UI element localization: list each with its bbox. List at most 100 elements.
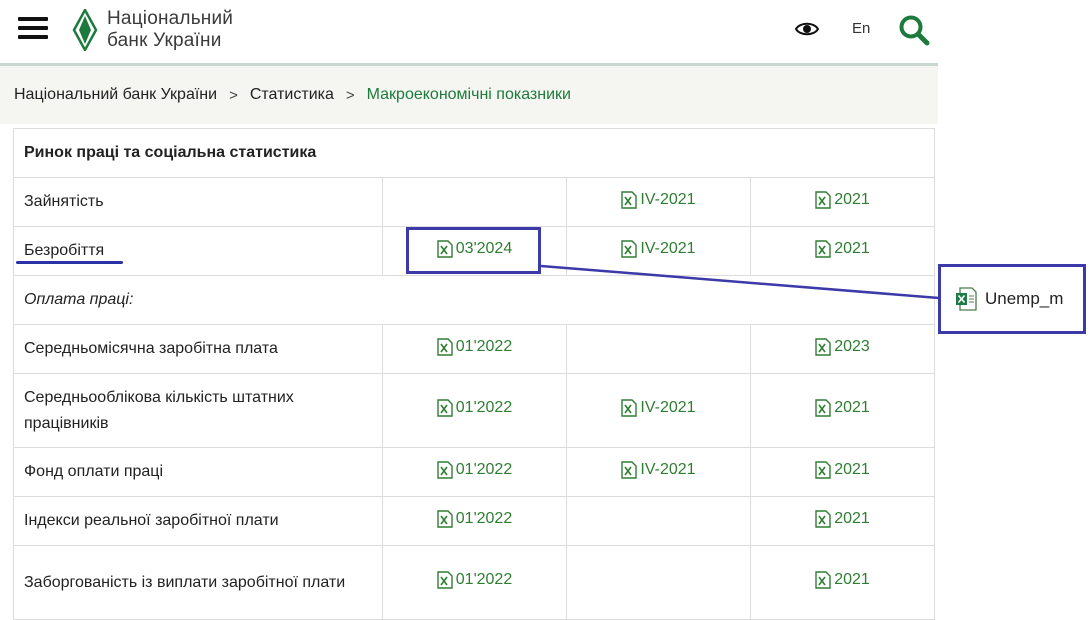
annotation-underline xyxy=(16,261,123,264)
table-row: Ринок праці та соціальна статистика xyxy=(13,128,935,178)
section-title: Ринок праці та соціальна статистика xyxy=(13,128,935,178)
link-label: 2021 xyxy=(834,399,870,416)
breadcrumb-statistics[interactable]: Статистика xyxy=(250,86,334,104)
excel-file-icon xyxy=(437,509,453,528)
cell-monthly: 01'2022 xyxy=(382,324,567,374)
link-label: 2021 xyxy=(834,571,870,588)
cell-monthly: 01'2022 xyxy=(382,447,567,497)
cell-quarterly xyxy=(566,324,751,374)
cell-quarterly xyxy=(566,545,751,620)
row-label: Середньомісячна заробітна плата xyxy=(13,324,383,374)
breadcrumb-current: Макроекономічні показники xyxy=(366,86,571,103)
cell-monthly: 01'2022 xyxy=(382,496,567,546)
excel-file-icon xyxy=(437,399,453,417)
language-switch[interactable]: En xyxy=(852,20,870,37)
cell-monthly: 01'2022 xyxy=(382,373,567,448)
breadcrumb-home[interactable]: Національний банк України xyxy=(14,86,217,104)
excel-file-icon xyxy=(815,337,831,356)
table-row: Заборгованість із виплати заробітної пла… xyxy=(13,545,935,620)
nbu-logo-icon[interactable] xyxy=(72,9,98,51)
subsection-label: Оплата праці: xyxy=(13,275,935,325)
cell-quarterly: IV-2021 xyxy=(566,177,751,227)
callout-file-name: Unemp_m xyxy=(985,289,1064,308)
excel-download-link[interactable]: 2021 xyxy=(815,395,870,421)
excel-download-link[interactable]: 2021 xyxy=(815,240,870,258)
row-label: Фонд оплати праці xyxy=(13,447,383,497)
link-label: IV-2021 xyxy=(640,239,696,257)
cell-annual: 2021 xyxy=(750,226,935,276)
link-label: IV-2021 xyxy=(640,399,696,416)
excel-download-link[interactable]: 2023 xyxy=(815,338,870,356)
breadcrumb: Національний банк України > Статистика >… xyxy=(0,66,938,124)
row-label: Середньооблікова кількість штатних праці… xyxy=(13,373,383,448)
annotation-file-callout: Unemp_m xyxy=(938,264,1086,334)
search-icon[interactable] xyxy=(898,14,930,46)
excel-file-icon xyxy=(621,239,638,258)
menu-icon[interactable] xyxy=(18,17,48,41)
excel-download-link[interactable]: IV-2021 xyxy=(621,460,696,479)
excel-download-link[interactable]: 01'2022 xyxy=(437,510,512,528)
eye-icon[interactable] xyxy=(795,20,819,38)
statistics-table: Ринок праці та соціальна статистика Зайн… xyxy=(13,128,935,620)
row-label: Заборгованість із виплати заробітної пла… xyxy=(13,545,383,620)
link-label: 01'2022 xyxy=(455,460,513,478)
link-label: 01'2022 xyxy=(455,399,513,416)
row-label: Індекси реальної заробітної плати xyxy=(13,496,383,546)
excel-file-icon xyxy=(815,399,831,417)
cell-annual: 2021 xyxy=(750,447,935,497)
table-row: Середньомісячна заробітна плата 01'2022 … xyxy=(13,324,935,374)
logo-text[interactable]: Національний банк України xyxy=(107,8,233,52)
excel-file-icon xyxy=(815,239,831,258)
link-label: 2023 xyxy=(834,337,870,355)
excel-file-icon xyxy=(815,190,831,209)
excel-download-link[interactable]: 01'2022 xyxy=(437,567,512,593)
excel-download-link[interactable]: 01'2022 xyxy=(437,461,512,479)
excel-file-icon xyxy=(621,460,638,479)
cell-monthly xyxy=(382,177,567,227)
excel-download-link[interactable]: 2021 xyxy=(815,461,870,479)
excel-file-icon xyxy=(437,337,453,356)
excel-download-link[interactable]: 2021 xyxy=(815,510,870,528)
cell-annual: 2021 xyxy=(750,373,935,448)
excel-download-link[interactable]: IV-2021 xyxy=(621,239,696,258)
link-label: 2021 xyxy=(834,509,870,527)
chevron-right-icon: > xyxy=(229,86,238,104)
link-label: 01'2022 xyxy=(455,337,513,355)
table-row: Оплата праці: xyxy=(13,275,935,325)
cell-annual: 2021 xyxy=(750,177,935,227)
cell-monthly: 01'2022 xyxy=(382,545,567,620)
link-label: IV-2021 xyxy=(640,190,696,208)
link-label: IV-2021 xyxy=(640,460,696,478)
excel-download-link[interactable]: 01'2022 xyxy=(437,338,512,356)
excel-download-link[interactable]: 2021 xyxy=(815,567,870,593)
table-row: Індекси реальної заробітної плати 01'202… xyxy=(13,496,935,546)
table-row: Середньооблікова кількість штатних праці… xyxy=(13,373,935,448)
link-label: 2021 xyxy=(834,190,870,208)
excel-download-link[interactable]: 01'2022 xyxy=(437,395,512,421)
annotation-highlight-box xyxy=(406,227,541,274)
excel-file-icon xyxy=(437,460,453,479)
site-header: Національний банк України En xyxy=(0,0,938,64)
excel-download-link[interactable]: IV-2021 xyxy=(621,190,696,209)
link-label: 2021 xyxy=(834,460,870,478)
table-row: Зайнятість IV-2021 2021 xyxy=(13,177,935,227)
excel-file-icon xyxy=(815,571,831,589)
cell-quarterly: IV-2021 xyxy=(566,373,751,448)
cell-quarterly: IV-2021 xyxy=(566,226,751,276)
excel-download-link[interactable]: 2021 xyxy=(815,191,870,209)
row-label: Безробіття xyxy=(13,226,383,276)
cell-annual: 2021 xyxy=(750,545,935,620)
excel-file-icon xyxy=(437,571,453,589)
table-row: Фонд оплати праці 01'2022 IV-2021 2021 xyxy=(13,447,935,497)
excel-file-icon xyxy=(815,460,831,479)
chevron-right-icon: > xyxy=(345,86,355,104)
logo-line-2: банк України xyxy=(107,30,222,51)
logo-line-1: Національний xyxy=(107,8,234,29)
excel-file-icon xyxy=(621,190,638,209)
link-label: 2021 xyxy=(834,239,870,257)
cell-annual: 2021 xyxy=(750,496,935,546)
excel-download-link[interactable]: IV-2021 xyxy=(621,395,696,421)
cell-quarterly: IV-2021 xyxy=(566,447,751,497)
link-label: 01'2022 xyxy=(455,571,513,588)
cell-quarterly xyxy=(566,496,751,546)
